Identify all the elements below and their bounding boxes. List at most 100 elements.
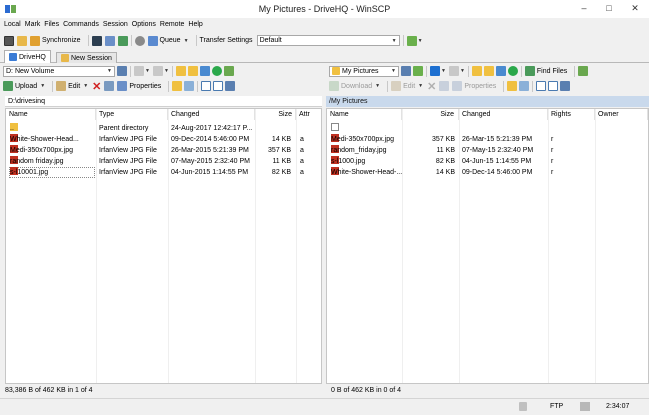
table-row[interactable] (327, 123, 648, 134)
lock-icon (519, 402, 527, 411)
right-folder-select[interactable]: My Pictures ▼ (329, 65, 399, 77)
sites-icon[interactable] (17, 35, 27, 46)
table-row[interactable]: .. Parent directory 24-Aug-2017 12:42:17… (6, 123, 321, 134)
column-header-size[interactable]: Size (255, 109, 296, 120)
forward-icon[interactable] (152, 66, 163, 76)
close-icon[interactable]: ✕ (629, 3, 641, 14)
column-header-name[interactable]: Name (6, 109, 96, 120)
download-button[interactable]: Download ▼ (329, 81, 380, 91)
right-edit-button[interactable]: Edit ▼ (391, 81, 423, 91)
parent-directory-icon[interactable] (471, 66, 482, 76)
rename-icon[interactable] (439, 81, 450, 91)
chevron-down-icon[interactable]: ▼ (460, 68, 465, 74)
rename-icon[interactable] (104, 81, 115, 91)
column-header-attr[interactable]: Attr (296, 109, 323, 120)
right-status-bar: 0 B of 462 KB in 0 of 4 (326, 385, 649, 397)
folder-icon (332, 67, 340, 75)
find-files-icon (524, 66, 535, 76)
home-icon[interactable] (199, 66, 210, 76)
table-row[interactable]: random_friday.jpg 11 KB 07-May-15 2:32:4… (327, 145, 648, 156)
right-properties-button[interactable]: Properties (452, 81, 496, 91)
console-icon[interactable] (91, 35, 102, 46)
column-header-name[interactable]: Name (327, 109, 402, 120)
table-row[interactable]: s-l10001.jpg IrfanView JPG File 04-Jun-2… (6, 167, 321, 178)
column-header-size[interactable]: Size (402, 109, 459, 120)
maximize-icon[interactable]: □ (603, 3, 615, 14)
column-header-rights[interactable]: Rights (548, 109, 595, 120)
table-row[interactable]: White-Shower-Head... IrfanView JPG File … (6, 134, 321, 145)
home-icon[interactable] (495, 66, 506, 76)
select-all-icon[interactable] (536, 81, 547, 91)
menu-help[interactable]: Help (188, 21, 202, 28)
sync-browse-icon[interactable] (578, 66, 589, 76)
back-icon[interactable] (430, 66, 440, 76)
left-drive-select[interactable]: D: New Volume ▼ (3, 65, 115, 77)
chevron-down-icon[interactable]: ▼ (164, 68, 169, 74)
left-properties-button[interactable]: Properties (117, 81, 161, 91)
filter-icon[interactable] (225, 81, 236, 91)
column-header-owner[interactable]: Owner (595, 109, 648, 120)
column-header-changed[interactable]: Changed (168, 109, 255, 120)
chevron-down-icon[interactable]: ▼ (418, 38, 423, 44)
download-icon (329, 81, 339, 91)
root-directory-icon[interactable] (187, 66, 198, 76)
left-edit-button[interactable]: Edit ▼ (56, 81, 88, 91)
table-row[interactable]: Medi-350x700px.jpg IrfanView JPG File 26… (6, 145, 321, 156)
menu-remote[interactable]: Remote (160, 21, 185, 28)
parent-directory-icon[interactable] (175, 66, 186, 76)
sync-browse-icon[interactable] (223, 66, 234, 76)
column-header-changed[interactable]: Changed (459, 109, 548, 120)
back-icon[interactable] (134, 66, 144, 76)
filter-icon[interactable] (560, 81, 571, 91)
tab-drivehq[interactable]: DriveHQ (4, 50, 51, 63)
new-folder-icon[interactable] (172, 81, 183, 91)
new-folder-icon[interactable] (507, 81, 518, 91)
chevron-down-icon[interactable]: ▼ (441, 68, 446, 74)
chevron-down-icon: ▼ (391, 37, 397, 44)
find-files-button[interactable]: Find Files (524, 66, 567, 76)
menu-files[interactable]: Files (44, 21, 59, 28)
table-row[interactable]: White-Shower-Head-... 14 KB 09-Dec-14 5:… (327, 167, 648, 178)
open-directory-icon[interactable] (413, 66, 423, 76)
right-file-list[interactable]: Name Size Changed Rights Owner Medi-350x… (326, 108, 649, 384)
forward-icon[interactable] (448, 66, 459, 76)
unselect-icon[interactable] (548, 81, 559, 91)
menu-session[interactable]: Session (103, 21, 128, 28)
refresh-icon[interactable] (211, 66, 222, 76)
transfer-options-icon[interactable] (406, 35, 417, 46)
table-row[interactable]: s-l1000.jpg 82 KB 04-Jun-15 1:14:55 PM r (327, 156, 648, 167)
menu-mark[interactable]: Mark (25, 21, 41, 28)
menu-commands[interactable]: Commands (63, 21, 99, 28)
connection-icon (580, 402, 590, 411)
preferences-icon[interactable] (134, 35, 145, 46)
edit-icon (391, 81, 402, 91)
find-icon[interactable] (117, 35, 128, 46)
delete-icon[interactable]: ✕ (92, 80, 101, 93)
synchronize-button[interactable]: Synchronize (30, 35, 81, 46)
new-file-icon[interactable] (519, 81, 530, 91)
tab-new-session[interactable]: New Session (56, 52, 117, 63)
menu-local[interactable]: Local (4, 21, 21, 28)
delete-icon[interactable]: ✕ (427, 80, 436, 93)
chevron-down-icon: ▼ (40, 83, 46, 89)
unselect-icon[interactable] (213, 81, 224, 91)
edit-icon (56, 81, 67, 91)
new-file-icon[interactable] (184, 81, 195, 91)
queue-button[interactable]: Queue ▼ (147, 35, 189, 46)
upload-button[interactable]: Upload ▼ (3, 81, 45, 91)
root-directory-icon[interactable] (483, 66, 494, 76)
minimize-icon[interactable]: – (578, 3, 590, 14)
new-tab-icon[interactable] (4, 35, 14, 46)
select-all-icon[interactable] (201, 81, 212, 91)
transfer-settings-select[interactable]: Default ▼ (256, 35, 400, 46)
filter-icon[interactable] (117, 66, 127, 76)
table-row[interactable]: random friday.jpg IrfanView JPG File 07-… (6, 156, 321, 167)
column-header-type[interactable]: Type (96, 109, 168, 120)
menu-options[interactable]: Options (132, 21, 156, 28)
putty-icon[interactable] (104, 35, 115, 46)
chevron-down-icon[interactable]: ▼ (145, 68, 150, 74)
left-file-list[interactable]: Name Type Changed Size Attr .. Parent di… (5, 108, 323, 384)
table-row[interactable]: Medi-350x700px.jpg 357 KB 26-Mar-15 5:21… (327, 134, 648, 145)
refresh-icon[interactable] (507, 66, 518, 76)
filter-icon[interactable] (401, 66, 411, 76)
